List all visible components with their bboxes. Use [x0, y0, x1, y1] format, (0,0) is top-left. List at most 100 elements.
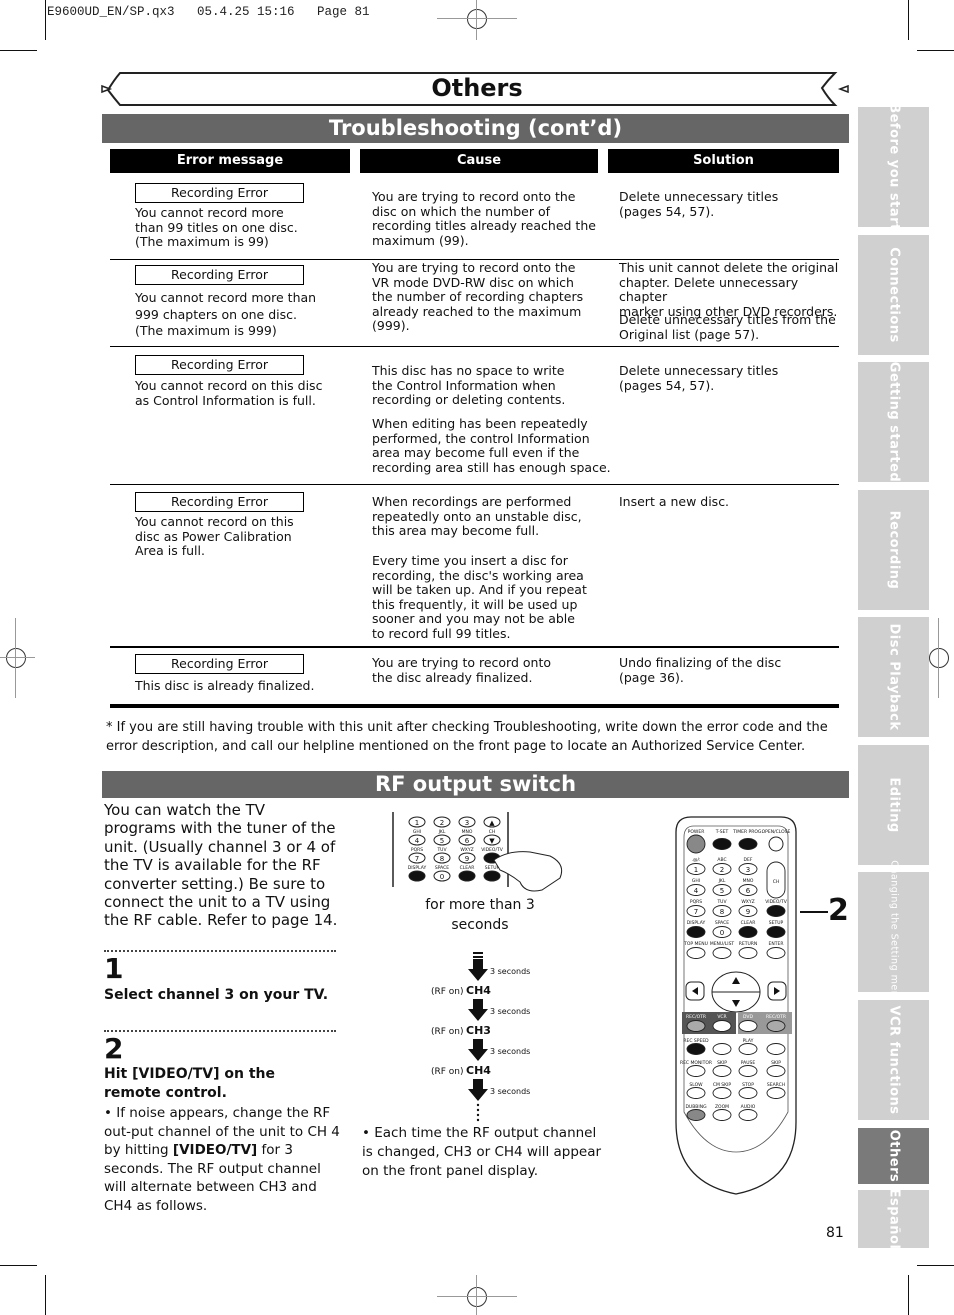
- transport-button: [712, 1109, 732, 1121]
- keypad-digit: 3: [465, 819, 469, 827]
- transport-button: [766, 1087, 786, 1099]
- chapter-tab[interactable]: Others: [858, 1128, 929, 1184]
- cause-text: Every time you insert a disc for recordi…: [372, 553, 587, 641]
- rf-channel-flow-diagram: 3 seconds(RF on) CH43 seconds(RF on) CH33 …: [431, 952, 530, 1122]
- chapter-tab[interactable]: Recording: [858, 490, 929, 610]
- transport-button: [712, 1043, 732, 1055]
- error-description: You cannot record more than 999 chapters…: [135, 290, 317, 338]
- registration-line: [0, 657, 35, 658]
- transport-button: [738, 1109, 758, 1121]
- transport-button: [738, 1087, 758, 1099]
- remote-button: [766, 947, 786, 959]
- chapter-tab-label: Getting started: [886, 361, 901, 483]
- chapter-tab[interactable]: Disc Playback: [858, 617, 929, 737]
- keypad-label: CH: [489, 829, 496, 835]
- column-header-cause: Cause: [360, 149, 598, 173]
- chapter-tab[interactable]: Getting started: [858, 362, 929, 482]
- column-header-solution: Solution: [608, 149, 839, 173]
- transport-button: [686, 1043, 706, 1055]
- remote-button: [766, 1020, 786, 1032]
- remote-key-label: JKL: [718, 878, 726, 884]
- chapter-tab[interactable]: Español: [858, 1189, 929, 1249]
- remote-digit: 3: [746, 866, 750, 874]
- keypad-digit: 1: [415, 819, 419, 827]
- keypad-label: CLEAR: [460, 865, 475, 871]
- row-divider: [110, 484, 839, 485]
- hold-caption: for more than 3 seconds: [425, 897, 535, 933]
- error-label-box: Recording Error: [135, 183, 304, 203]
- chapter-tab-label: VCR functions: [886, 1005, 901, 1115]
- remote-label: MENU/LIST: [710, 941, 735, 947]
- solution-text: Undo finalizing of the disc (page 36).: [619, 655, 782, 685]
- remote-digit: 6: [746, 887, 751, 895]
- transport-button: [766, 1065, 786, 1077]
- flow-start-mark: [473, 956, 483, 958]
- keypad-digit: 9: [465, 855, 469, 863]
- remote-key-label: .@/:: [692, 857, 701, 863]
- chapter-tab-label: Others: [886, 1129, 901, 1183]
- error-label-box: Recording Error: [135, 654, 304, 674]
- cause-text: You are trying to record onto the VR mod…: [372, 260, 584, 334]
- remote-digit: 4: [694, 887, 699, 895]
- table-bottom-rule: [110, 704, 839, 708]
- registration-mark: [6, 648, 26, 668]
- cause-text: When recordings are performed repeatedly…: [372, 494, 582, 539]
- remote-button: [712, 947, 732, 959]
- remote-label: CLEAR: [741, 920, 756, 926]
- remote-button: [686, 1020, 706, 1032]
- remote-top-label: TIMER PROG.: [732, 829, 763, 835]
- keypad-digit: ▲: [489, 819, 495, 827]
- registration-mark: [929, 648, 949, 668]
- chapter-title: Others: [431, 74, 523, 102]
- solution-text: Delete unnecessary titles (pages 54, 57)…: [619, 189, 779, 219]
- cause-text: You are trying to record onto the disc o…: [372, 189, 596, 248]
- error-label-box: Recording Error: [135, 492, 304, 512]
- registration-line: [476, 1275, 477, 1315]
- crop-mark: [45, 0, 46, 40]
- registration-line: [437, 1296, 517, 1297]
- remote-key-label: TUV: [716, 899, 727, 905]
- registration-line: [476, 0, 477, 40]
- remote-button: [738, 926, 758, 938]
- step-number: 2: [104, 1032, 124, 1065]
- cause-text: When editing has been repeatedly perform…: [372, 416, 611, 475]
- mode-label: DVD: [743, 1014, 753, 1020]
- remote-button: [738, 1020, 758, 1032]
- chapter-tab-label: Connections: [886, 247, 901, 343]
- transport-button: [738, 1065, 758, 1077]
- solution-text: Delete unnecessary titles from the Origi…: [619, 312, 836, 342]
- chapter-tab[interactable]: Connections: [858, 235, 929, 355]
- continuation-dot: [476, 1118, 480, 1122]
- section-title-troubleshooting: Troubleshooting (cont’d): [102, 114, 849, 143]
- chapter-tab[interactable]: Before you start: [858, 103, 929, 231]
- remote-label: SPACE: [715, 920, 729, 926]
- keypad-button: [408, 870, 426, 882]
- remote-control-illustration: POWER T-SET TIMER PROG.OPEN/CLOSE .@/: ABC DE…: [675, 816, 797, 1195]
- down-arrow-icon: [468, 1039, 488, 1061]
- section-title-rf-output-switch: RF output switch: [102, 771, 849, 798]
- keypad-label: GHI: [413, 829, 421, 835]
- interval-label: 3 seconds: [490, 967, 530, 976]
- chapter-tab[interactable]: VCR functions: [858, 1000, 929, 1120]
- transport-button: [686, 1109, 706, 1121]
- chapter-tab[interactable]: Changing the Setting menu: [858, 860, 929, 1004]
- remote-digit: 8: [720, 908, 724, 916]
- mode-label: VCR: [717, 1014, 726, 1020]
- remote-top-label: OPEN/CLOSE: [762, 829, 791, 835]
- remote-key-label: PQRS: [690, 899, 702, 905]
- chapter-tab-label: Disc Playback: [886, 623, 901, 731]
- chapter-tab-label: Editing: [886, 777, 901, 833]
- transport-button: [686, 1087, 706, 1099]
- crop-mark: [917, 50, 954, 51]
- keypad-illustration: 1 2 3 ▲ 4 5 6 ▼ 7 8 9 0 GHI JKL MNO CH PQRS TUV WXYZ VIDEO/…: [392, 812, 563, 892]
- keypad-button: [458, 870, 476, 882]
- row-divider: [110, 646, 839, 648]
- continuation-dot: [476, 1103, 480, 1107]
- error-description: This disc is already finalized.: [135, 678, 315, 693]
- remote-key-label: DEF: [744, 857, 753, 863]
- transport-button: [766, 1043, 786, 1055]
- registration-line: [938, 618, 939, 698]
- chapter-tab[interactable]: Editing: [858, 745, 929, 865]
- interval-label: 3 seconds: [490, 1047, 530, 1056]
- transport-button: [712, 1065, 732, 1077]
